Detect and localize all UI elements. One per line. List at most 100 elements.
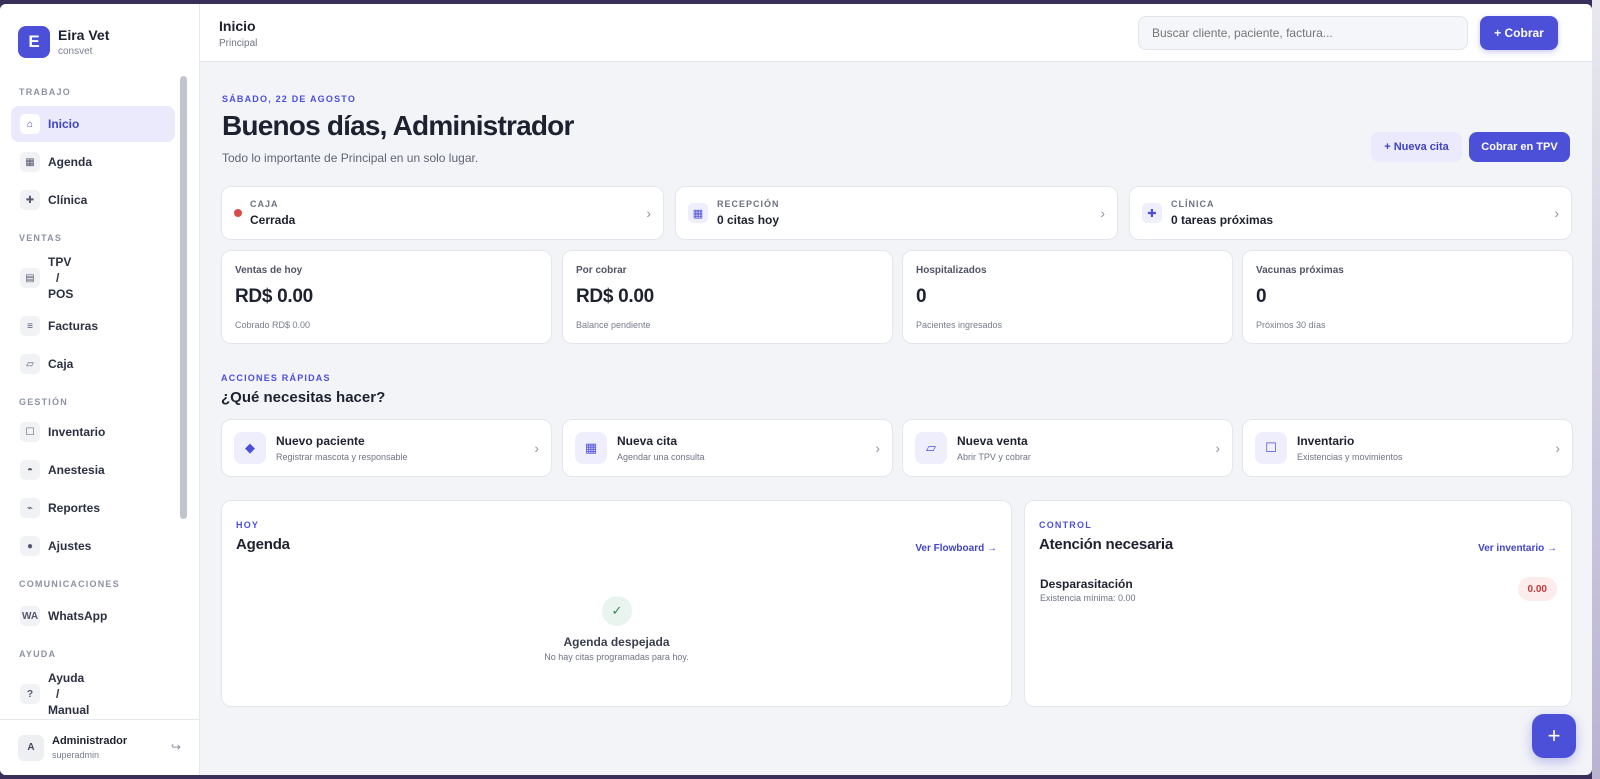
sidebar-item-label: Clínica [48,193,88,207]
sidebar-item-clinica[interactable]: ✚ Clínica [11,182,175,218]
status-value: 0 tareas próximas [1171,213,1274,227]
quick-action-nueva-cita[interactable]: ▦ Nueva cita Agendar una consulta › [562,419,893,477]
sidebar-item-label: Ajustes [48,539,92,553]
register-icon: ▱ [915,432,947,464]
brand-subtitle: consvet [58,46,93,57]
calendar-icon: ▦ [688,203,708,223]
nueva-cita-button[interactable]: + Nueva cita [1371,132,1462,162]
quick-action-desc: Abrir TPV y cobrar [957,452,1031,462]
gauge-icon: ◓ [20,460,40,480]
help-icon: ? [20,684,40,704]
sidebar-item-reportes[interactable]: ⌁ Reportes [11,490,175,526]
avatar: A [18,734,44,761]
sidebar-item-label: Ayuda / Manual [48,671,90,717]
sidebar-item-facturas[interactable]: ≡ Facturas [11,308,175,344]
chevron-right-icon: › [534,440,539,456]
kpi-label: Hospitalizados [916,265,987,276]
kpi-sub: Próximos 30 días [1256,320,1326,330]
section-title-gestion: GESTIÓN [19,397,68,407]
sidebar-item-anestesia[interactable]: ◓ Anestesia [11,452,175,488]
status-label: CLÍNICA [1171,199,1215,209]
cash-box-icon: ▱ [20,354,40,374]
status-card-caja[interactable]: CAJA Cerrada › [221,186,664,240]
agenda-panel: HOY Agenda Ver Flowboard → ✓ Agenda desp… [221,500,1012,707]
brand-name: Eira Vet [58,27,110,43]
sidebar-item-label: Inventario [48,425,106,439]
quick-action-name: Nueva venta [957,434,1028,448]
alert-item-name[interactable]: Desparasitación [1040,577,1133,591]
section-title-trabajo: TRABAJO [19,87,71,97]
user-role: superadmin [52,750,100,760]
whatsapp-icon: WA [20,606,40,626]
status-label: RECEPCIÓN [717,199,780,209]
plus-cross-icon: ✚ [20,190,40,210]
ver-inventario-link[interactable]: Ver inventario → [1478,543,1557,554]
quick-action-desc: Registrar mascota y responsable [276,452,408,462]
fab-add-button[interactable]: + [1532,714,1576,758]
calendar-icon: ▦ [575,432,607,464]
kpi-label: Por cobrar [576,265,627,276]
sidebar-item-whatsapp[interactable]: WA WhatsApp [11,598,175,634]
sidebar-scrollbar[interactable] [180,74,188,724]
page-subtitle: Principal [219,38,258,49]
status-card-clinica[interactable]: ✚ CLÍNICA 0 tareas próximas › [1129,186,1572,240]
kpi-sub: Balance pendiente [576,320,651,330]
kpi-value: RD$ 0.00 [235,286,313,307]
greeting-heading: Buenos días, Administrador [222,110,574,141]
panel-title: Atención necesaria [1039,536,1173,553]
sidebar-item-inventario[interactable]: ☐ Inventario [11,414,175,450]
cobrar-tpv-button[interactable]: Cobrar en TPV [1469,132,1570,162]
sidebar-item-agenda[interactable]: ▦ Agenda [11,144,175,180]
sidebar-item-ajustes[interactable]: ● Ajustes [11,528,175,564]
chevron-right-icon: › [1554,205,1559,221]
brand[interactable]: E Eira Vet consvet [0,4,199,62]
quick-action-nueva-venta[interactable]: ▱ Nueva venta Abrir TPV y cobrar › [902,419,1233,477]
empty-state-title: Agenda despejada [563,635,670,649]
desktop-edge [1592,0,1600,779]
trend-icon: ⌁ [20,498,40,518]
register-icon: ▤ [20,268,40,288]
quick-action-nuevo-paciente[interactable]: ◆ Nuevo paciente Registrar mascota y res… [221,419,552,477]
chevron-right-icon: › [875,440,880,456]
logout-icon[interactable]: ↪ [171,740,181,754]
cobrar-button[interactable]: + Cobrar [1480,16,1558,50]
quick-actions-kicker: ACCIONES RÁPIDAS [221,373,331,383]
brand-logo: E [18,26,50,58]
box-icon: ☐ [20,422,40,442]
sidebar-item-label: TPV / POS [48,255,74,301]
sidebar-item-inicio[interactable]: ⌂ Inicio [11,106,175,142]
kpi-card-por-cobrar: Por cobrar RD$ 0.00 Balance pendiente [562,250,893,344]
sidebar-item-label: Facturas [48,319,99,333]
kpi-sub: Pacientes ingresados [916,320,1003,330]
sidebar-item-ayuda-manual[interactable]: ? Ayuda / Manual [11,666,175,720]
control-panel: CONTROL Atención necesaria Ver inventari… [1024,500,1572,707]
quick-action-inventario[interactable]: ☐ Inventario Existencias y movimientos › [1242,419,1573,477]
topbar: Inicio Principal + Cobrar [200,4,1592,62]
sidebar-nav: TRABAJO ⌂ Inicio ▦ Agenda ✚ Clínica VENT… [0,80,178,720]
check-icon: ✓ [602,596,632,626]
quick-action-desc: Agendar una consulta [617,452,705,462]
sidebar-item-tpv-pos[interactable]: ▤ TPV / POS [11,250,175,306]
sidebar-scroll-thumb[interactable] [180,76,187,519]
panel-kicker: CONTROL [1039,520,1092,530]
sidebar-item-label: Reportes [48,501,101,515]
sidebar-item-caja[interactable]: ▱ Caja [11,346,175,382]
kpi-value: RD$ 0.00 [576,286,654,307]
status-badge: 0.00 [1517,577,1557,601]
sidebar-item-label: Inicio [48,117,80,131]
quick-action-desc: Existencias y movimientos [1297,452,1403,462]
ver-flowboard-link[interactable]: Ver Flowboard → [915,543,997,554]
panel-title: Agenda [236,536,290,553]
kpi-card-vacunas: Vacunas próximas 0 Próximos 30 días [1242,250,1573,344]
status-card-recepcion[interactable]: ▦ RECEPCIÓN 0 citas hoy › [675,186,1118,240]
section-title-ventas: VENTAS [19,233,63,243]
search-input[interactable] [1138,16,1468,50]
chevron-right-icon: › [1100,205,1105,221]
home-icon: ⌂ [20,114,40,134]
section-title-comunicaciones: COMUNICACIONES [19,579,120,589]
sidebar-item-label: Caja [48,357,74,371]
user-profile[interactable]: A Administrador superadmin ↪ [0,719,199,775]
status-value: 0 citas hoy [717,213,780,227]
quick-action-name: Inventario [1297,434,1355,448]
kpi-value: 0 [1256,286,1267,307]
